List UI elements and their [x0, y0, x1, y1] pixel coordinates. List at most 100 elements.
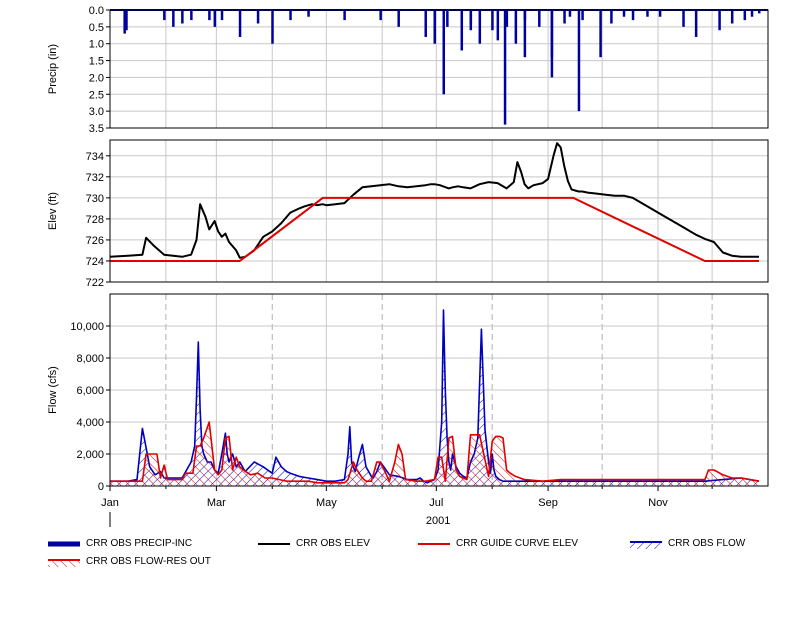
y-tick-label: 0.5 [89, 22, 104, 34]
y-tick-label: 724 [86, 256, 104, 268]
precip-bar [523, 10, 527, 58]
precip-bar [610, 10, 613, 24]
precip-bar [730, 10, 734, 24]
y-tick-label: 728 [86, 214, 104, 226]
precip-bar [172, 10, 175, 27]
precip-bar [163, 10, 166, 21]
legend: CRR OBS PRECIP-INC CRR OBS ELEV CRR GUIDE … [0, 532, 800, 572]
y-axis-label: Elev (ft) [47, 192, 59, 230]
precip-bar [433, 10, 436, 44]
precip-bar [538, 10, 541, 27]
precip-bar [491, 10, 494, 31]
precip-panel: 0.0 0.5 1.0 1.5 2.0 2.5 3.0 3.5 Precip (in) [47, 5, 769, 135]
y-tick-label: 732 [86, 172, 104, 184]
precip-bar [514, 10, 518, 44]
series-line [110, 196, 759, 262]
precip-bar [718, 10, 721, 31]
y-tick-label: 8,000 [76, 353, 104, 365]
precip-bar [622, 10, 626, 17]
panel-frame [109, 9, 769, 129]
legend-item: CRR OBS FLOW [630, 538, 745, 549]
precip-bar [256, 10, 260, 24]
y-tick-label: 3.5 [89, 123, 104, 135]
precip-bar [213, 10, 217, 27]
y-axis-label: Precip (in) [47, 44, 59, 94]
y-tick-label: 730 [86, 193, 104, 205]
precip-bar [503, 10, 507, 125]
precip-bar [424, 10, 427, 37]
y-tick-label: 2.5 [89, 89, 104, 101]
precip-bar [208, 10, 211, 21]
precip-bar [750, 10, 754, 17]
precip-bar [379, 10, 382, 21]
legend-label: CRR OBS FLOW-RES OUT [86, 556, 211, 567]
x-tick-label: Nov [648, 497, 668, 509]
y-tick-label: 0.0 [89, 5, 104, 17]
chart-canvas: 0.00.51.01.52.02.53.03.5Precip (in) 7227… [47, 5, 769, 527]
precip-bar [682, 10, 685, 27]
legend-item: CRR OBS PRECIP-INC [48, 538, 192, 549]
legend-swatch-hatch [48, 560, 80, 567]
precip-bar [446, 10, 449, 27]
precip-bar [496, 10, 500, 41]
y-tick-label: 10,000 [70, 321, 104, 333]
year-label: 2001 [426, 515, 450, 527]
precip-bar [220, 10, 224, 21]
y-tick-label: 722 [86, 277, 104, 289]
precip-bar [694, 10, 698, 37]
precip-bar [478, 10, 482, 44]
precip-bar [568, 10, 572, 17]
legend-swatch-hatch [630, 542, 662, 549]
precip-bar [563, 10, 566, 24]
y-tick-label: 0 [98, 481, 104, 493]
y-tick-label: 1.0 [89, 39, 104, 51]
x-tick-label: Mar [207, 497, 226, 509]
precip-bar [307, 10, 310, 17]
legend-item: CRR OBS ELEV [258, 538, 370, 549]
y-tick-label: 1.5 [89, 56, 104, 68]
x-tick-label: Jul [429, 497, 443, 509]
legend-item: CRR GUIDE CURVE ELEV [418, 538, 578, 549]
precip-bar [397, 10, 400, 27]
precip-bar [190, 10, 193, 21]
precip-bar [658, 10, 662, 17]
legend-label: CRR OBS FLOW [668, 538, 746, 549]
y-tick-label: 2.0 [89, 72, 104, 84]
legend-swatch [630, 540, 662, 549]
legend-label: CRR OBS PRECIP-INC [86, 538, 193, 549]
precip-bar [181, 10, 184, 24]
legend-swatch [48, 541, 80, 546]
legend-swatch [48, 558, 80, 567]
flow-panel: 0 2,000 4,000 6,000 8,000 10,000 Flow (cfs) [47, 293, 769, 493]
y-tick-label: 2,000 [76, 449, 104, 461]
x-tick-label: Jan [101, 497, 119, 509]
y-axis-label: Flow (cfs) [47, 366, 59, 414]
legend-swatch [418, 542, 450, 545]
precip-bar [646, 10, 649, 17]
precip-bar [581, 10, 584, 21]
y-tick-label: 3.0 [89, 106, 104, 118]
y-tick-label: 726 [86, 235, 104, 247]
precip-bar [442, 10, 446, 95]
precip-bar [238, 10, 242, 37]
legend-item: CRR OBS FLOW-RES OUT [48, 556, 211, 567]
x-tick-label: Sep [538, 497, 558, 509]
precip-bar [743, 10, 747, 21]
x-axis: Jan Mar May Jul Sep Nov 2001 [101, 486, 713, 527]
precip-bar [271, 10, 274, 44]
y-tick-label: 6,000 [76, 385, 104, 397]
y-tick-label: 4,000 [76, 417, 104, 429]
elevation-panel: 722 724 726 728 730 732 734 Elev (ft) [47, 139, 769, 289]
precip-bar [550, 10, 554, 78]
y-tick-label: 734 [86, 151, 104, 163]
precip-bar [631, 10, 635, 21]
precip-bar [125, 10, 128, 31]
legend-label: CRR GUIDE CURVE ELEV [456, 538, 579, 549]
precip-bar [599, 10, 602, 58]
precip-bar [343, 10, 346, 21]
precip-bar [289, 10, 292, 21]
x-tick-label: May [316, 497, 337, 509]
precip-bar [460, 10, 464, 51]
legend-swatch [258, 542, 290, 545]
precip-bar [577, 10, 581, 112]
